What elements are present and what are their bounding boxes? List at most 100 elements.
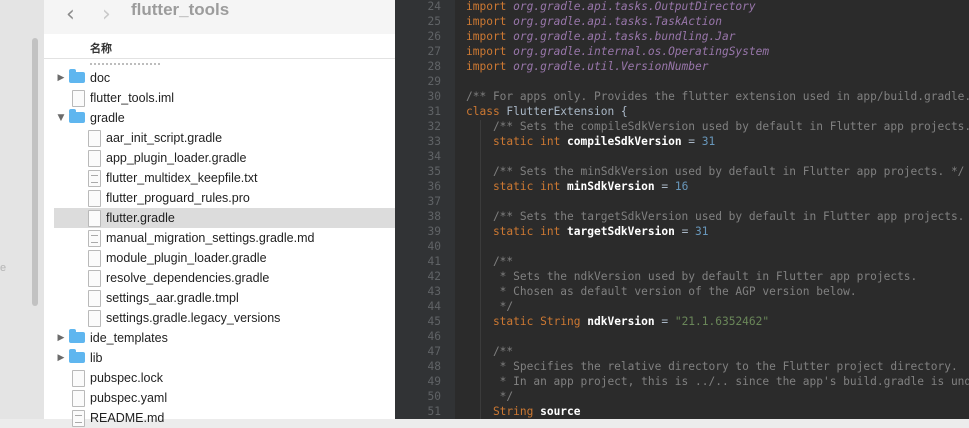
code-text: /**	[466, 254, 513, 269]
line-number: 24	[427, 0, 441, 13]
line-number: 49	[427, 375, 441, 388]
code-token: import	[466, 45, 514, 58]
file-row[interactable]: settings_aar.gradle.tmpl	[54, 288, 395, 308]
code-token: /**	[466, 345, 514, 358]
code-token: /** Sets the minSdkVersion used by defau…	[466, 165, 965, 178]
code-line[interactable]: 49 * In an app project, this is ../.. si…	[395, 374, 969, 389]
line-number: 32	[427, 120, 441, 133]
file-row[interactable]: README.md	[54, 408, 395, 428]
code-line[interactable]: 29	[395, 74, 969, 89]
code-line[interactable]: 37	[395, 194, 969, 209]
code-line[interactable]: 27 import org.gradle.internal.os.Operatin…	[395, 44, 969, 59]
file-name: ide_templates	[90, 331, 168, 345]
file-row[interactable]: aar_init_script.gradle	[54, 128, 395, 148]
code-token: 16	[674, 180, 689, 193]
code-line[interactable]: 24 import org.gradle.api.tasks.OutputDire…	[395, 0, 969, 14]
code-line[interactable]: 28 import org.gradle.util.VersionNumber	[395, 59, 969, 74]
code-line[interactable]: 44 */	[395, 299, 969, 314]
clipped-row	[44, 59, 395, 67]
document-icon	[88, 290, 101, 307]
file-name: gradle	[90, 111, 125, 125]
code-token: 31	[701, 135, 716, 148]
finder-sidebar: e	[0, 0, 44, 419]
code-token: =	[654, 315, 675, 328]
code-line[interactable]: 43 * Chosen as default version of the AG…	[395, 284, 969, 299]
line-number: 25	[427, 15, 441, 28]
file-name: lib	[90, 351, 103, 365]
code-line[interactable]: 46	[395, 329, 969, 344]
code-token: int	[540, 135, 568, 148]
code-line[interactable]: 39 static int targetSdkVersion = 31	[395, 224, 969, 239]
code-line[interactable]: 47 /**	[395, 344, 969, 359]
code-line[interactable]: 45 static String ndkVersion = "21.1.6352…	[395, 314, 969, 329]
code-line[interactable]: 38 /** Sets the targetSdkVersion used by…	[395, 209, 969, 224]
file-row[interactable]: app_plugin_loader.gradle	[54, 148, 395, 168]
code-line[interactable]: 51 String source	[395, 404, 969, 419]
file-name: README.md	[90, 411, 165, 425]
disclosure-collapsed-icon[interactable]: ▶	[56, 328, 66, 348]
code-line[interactable]: 30 /** For apps only. Provides the flutte…	[395, 89, 969, 104]
file-row[interactable]: flutter.gradle	[54, 208, 395, 228]
code-token: */	[466, 300, 514, 313]
folder-row[interactable]: ▶ doc	[54, 68, 395, 88]
file-name: settings_aar.gradle.tmpl	[106, 291, 239, 305]
file-row[interactable]: manual_migration_settings.gradle.md	[54, 228, 395, 248]
line-number: 39	[427, 225, 441, 238]
file-name: flutter.gradle	[106, 211, 175, 225]
code-token: 31	[695, 225, 709, 238]
code-token: =	[654, 180, 675, 193]
line-number: 42	[427, 270, 441, 283]
folder-row[interactable]: ▶ ide_templates	[54, 328, 395, 348]
code-line[interactable]: 31 class FlutterExtension {	[395, 104, 969, 119]
file-row[interactable]: flutter_multidex_keepfile.txt	[54, 168, 395, 188]
file-row[interactable]: pubspec.yaml	[54, 388, 395, 408]
disclosure-collapsed-icon[interactable]: ▶	[56, 348, 66, 368]
code-line[interactable]: 36 static int minSdkVersion = 16	[395, 179, 969, 194]
line-number: 51	[427, 405, 441, 418]
line-number: 29	[427, 75, 441, 88]
finder-window: ‹ › flutter_tools 名称 ▶ doc flutter_tools.i…	[44, 0, 395, 427]
code-line[interactable]: 25 import org.gradle.api.tasks.TaskAction	[395, 14, 969, 29]
code-line[interactable]: 50 */	[395, 389, 969, 404]
sidebar-fragment-text: e	[0, 262, 7, 274]
folder-row[interactable]: ▶ lib	[54, 348, 395, 368]
file-row[interactable]: pubspec.lock	[54, 368, 395, 388]
file-row[interactable]: resolve_dependencies.gradle	[54, 268, 395, 288]
code-text: /** Sets the minSdkVersion used by defau…	[466, 164, 965, 179]
file-name: pubspec.yaml	[90, 391, 168, 405]
finder-toolbar: ‹ › flutter_tools	[44, 0, 395, 34]
code-text: import org.gradle.internal.os.OperatingS…	[466, 44, 769, 59]
line-number: 33	[427, 135, 441, 148]
code-token: ndkVersion	[587, 315, 655, 328]
disclosure-expanded-icon[interactable]: ▼	[56, 108, 66, 128]
document-icon	[72, 370, 85, 387]
code-line[interactable]: 33 static int compileSdkVersion = 31	[395, 134, 969, 149]
code-line[interactable]: 48 * Specifies the relative directory to…	[395, 359, 969, 374]
code-line[interactable]: 42 * Sets the ndkVersion used by default…	[395, 269, 969, 284]
disclosure-collapsed-icon[interactable]: ▶	[56, 68, 66, 88]
code-line[interactable]: 34	[395, 149, 969, 164]
back-chevron-icon[interactable]: ‹	[66, 4, 75, 26]
line-number: 30	[427, 90, 441, 103]
folder-row[interactable]: ▼ gradle	[54, 108, 395, 128]
line-number: 50	[427, 390, 441, 403]
line-number: 47	[427, 345, 441, 358]
code-line[interactable]: 32 /** Sets the compileSdkVersion used b…	[395, 119, 969, 134]
code-text: static int minSdkVersion = 16	[466, 179, 688, 194]
code-line[interactable]: 35 /** Sets the minSdkVersion used by de…	[395, 164, 969, 179]
code-line[interactable]: 40	[395, 239, 969, 254]
column-header-name[interactable]: 名称	[44, 36, 395, 59]
file-name: aar_init_script.gradle	[106, 131, 223, 145]
file-row[interactable]: settings.gradle.legacy_versions	[54, 308, 395, 328]
code-editor[interactable]: 24 import org.gradle.api.tasks.OutputDire…	[395, 0, 969, 419]
file-row[interactable]: module_plugin_loader.gradle	[54, 248, 395, 268]
file-row[interactable]: flutter_proguard_rules.pro	[54, 188, 395, 208]
folder-icon	[69, 349, 85, 363]
text-file-icon	[88, 230, 101, 247]
sidebar-scrollbar[interactable]	[32, 38, 38, 306]
file-row[interactable]: flutter_tools.iml	[54, 88, 395, 108]
code-line[interactable]: 41 /**	[395, 254, 969, 269]
code-line[interactable]: 26 import org.gradle.api.tasks.bundling.J…	[395, 29, 969, 44]
forward-chevron-icon[interactable]: ›	[102, 4, 111, 26]
code-token: /** For apps only. Provides the flutter …	[466, 90, 969, 103]
